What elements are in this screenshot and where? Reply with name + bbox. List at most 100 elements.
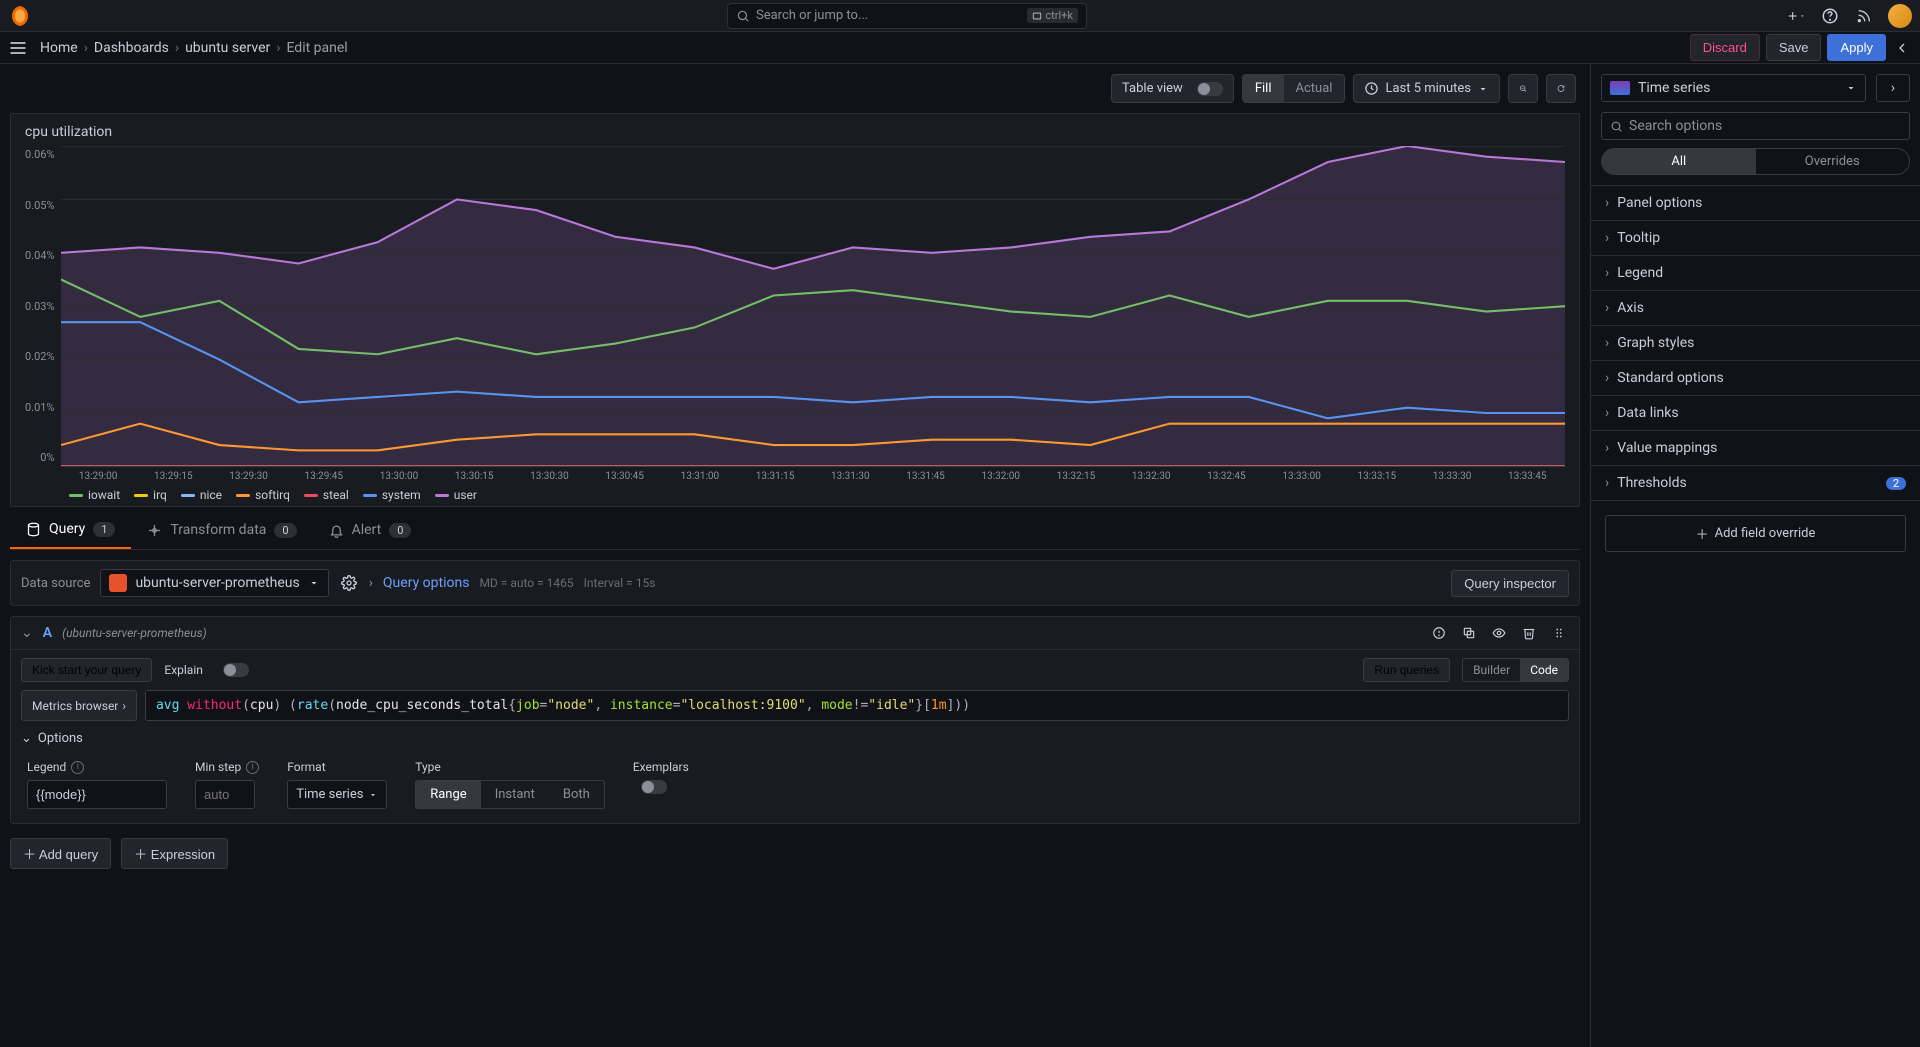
query-inspector-button[interactable]: Query inspector [1451, 570, 1569, 597]
query-options-link[interactable]: Query options [383, 575, 470, 591]
option-section[interactable]: ›Tooltip [1591, 221, 1920, 256]
discard-button[interactable]: Discard [1690, 34, 1760, 61]
crumb-home[interactable]: Home [40, 40, 78, 56]
type-segmented[interactable]: Range Instant Both [415, 780, 605, 809]
zoom-out-icon[interactable] [1508, 74, 1538, 103]
chevron-down-icon [368, 790, 378, 800]
add-query-button[interactable]: ＋ Add query [10, 838, 111, 869]
builder-code-toggle[interactable]: Builder Code [1462, 658, 1569, 682]
query-A: ⌄ A (ubuntu-server-prometheus) Kick star… [10, 616, 1580, 824]
actual-seg[interactable]: Actual [1284, 75, 1345, 102]
datasource-select[interactable]: ubuntu-server-prometheus [100, 569, 328, 597]
crumb-dashboard[interactable]: ubuntu server [185, 40, 270, 56]
option-section[interactable]: ›Axis [1591, 291, 1920, 326]
timerange-picker[interactable]: Last 5 minutes [1353, 74, 1500, 103]
option-section[interactable]: ›Value mappings [1591, 431, 1920, 466]
toggle-query-icon[interactable] [1489, 623, 1509, 643]
duplicate-query-icon[interactable] [1459, 623, 1479, 643]
collapse-query-icon[interactable]: ⌄ [21, 625, 33, 641]
search-icon [736, 9, 750, 23]
news-icon[interactable] [1854, 6, 1874, 26]
global-search[interactable]: Search or jump to... ctrl+k [727, 3, 1087, 29]
add-field-override-button[interactable]: ＋ Add field override [1605, 515, 1906, 552]
editor-tabs: Query 1 Transform data 0 Alert 0 [10, 511, 1580, 550]
plus-icon: ＋ [1696, 524, 1709, 543]
option-section[interactable]: ›Standard options [1591, 361, 1920, 396]
legend-item[interactable]: iowait [69, 488, 120, 502]
legend-item[interactable]: user [435, 488, 477, 502]
option-section[interactable]: ›Data links [1591, 396, 1920, 431]
option-section[interactable]: ›Thresholds2 [1591, 466, 1920, 501]
y-axis: 0.06%0.05%0.04%0.03%0.02%0.01%0% [25, 146, 61, 482]
breadcrumb: Home› Dashboards› ubuntu server› Edit pa… [40, 40, 348, 56]
grafana-logo[interactable] [8, 4, 32, 28]
viz-next-icon[interactable]: › [1876, 74, 1910, 102]
viz-thumb-icon [1610, 81, 1630, 95]
fill-seg[interactable]: Fill [1243, 75, 1284, 102]
legend-item[interactable]: softirq [236, 488, 290, 502]
add-expression-button[interactable]: ＋ Expression [121, 838, 228, 869]
chevron-down-icon [1845, 82, 1857, 94]
chevron-right-icon[interactable]: › [369, 575, 373, 591]
collapse-right-icon[interactable] [1892, 38, 1912, 58]
delete-query-icon[interactable] [1519, 623, 1539, 643]
search-kbd: ctrl+k [1027, 8, 1078, 23]
refresh-icon[interactable] [1546, 74, 1576, 103]
explain-switch[interactable] [223, 663, 249, 677]
add-menu[interactable] [1786, 6, 1806, 26]
exemplars-switch[interactable] [641, 780, 667, 794]
chart-plot[interactable] [61, 146, 1565, 467]
search-placeholder: Search or jump to... [756, 8, 868, 23]
query-id[interactable]: A [43, 625, 52, 641]
prometheus-icon [109, 574, 127, 592]
bell-icon [329, 523, 344, 538]
format-select[interactable]: Time series [287, 780, 387, 809]
tab-alert[interactable]: Alert 0 [313, 511, 428, 549]
query-help-icon[interactable] [1429, 623, 1449, 643]
datasource-row: Data source ubuntu-server-prometheus › Q… [10, 560, 1580, 606]
help-icon[interactable] [1820, 6, 1840, 26]
legend-item[interactable]: irq [134, 488, 167, 502]
save-button[interactable]: Save [1766, 34, 1822, 61]
clock-icon [1364, 81, 1379, 96]
all-overrides-toggle[interactable]: All Overrides [1601, 148, 1910, 175]
drag-query-icon[interactable] [1549, 623, 1569, 643]
legend-item[interactable]: system [363, 488, 421, 502]
legend-item[interactable]: steal [304, 488, 349, 502]
legend-item[interactable]: nice [181, 488, 222, 502]
panel-title: cpu utilization [25, 124, 1565, 140]
visualization-select[interactable]: Time series [1601, 74, 1866, 102]
option-section[interactable]: ›Graph styles [1591, 326, 1920, 361]
minstep-input[interactable] [195, 780, 255, 809]
plus-icon: ＋ [134, 847, 151, 862]
chevron-down-icon [308, 577, 320, 589]
apply-button[interactable]: Apply [1827, 34, 1886, 61]
tab-query[interactable]: Query 1 [10, 511, 131, 549]
fill-actual-toggle[interactable]: Fill Actual [1242, 74, 1346, 103]
search-icon [1610, 120, 1623, 133]
tab-transform[interactable]: Transform data 0 [131, 511, 312, 549]
metrics-browser-button[interactable]: Metrics browser› [21, 690, 137, 721]
user-avatar[interactable] [1888, 4, 1912, 28]
info-icon[interactable]: i [246, 761, 259, 774]
run-queries-button[interactable]: Run queries [1363, 658, 1450, 682]
x-axis: 13:29:0013:29:1513:29:3013:29:4513:30:00… [61, 467, 1565, 482]
table-view-switch[interactable] [1197, 82, 1223, 96]
option-section[interactable]: ›Panel options [1591, 186, 1920, 221]
legend-input[interactable] [27, 780, 167, 809]
table-view-toggle[interactable]: Table view [1111, 74, 1234, 103]
chart-panel: cpu utilization 0.06%0.05%0.04%0.03%0.02… [10, 113, 1580, 507]
crumb-current: Edit panel [286, 40, 347, 56]
chevron-down-icon [1477, 83, 1489, 95]
options-accordion: ›Panel options›Tooltip›Legend›Axis›Graph… [1591, 185, 1920, 501]
datasource-settings-icon[interactable] [339, 573, 359, 593]
query-expression[interactable]: avg without(cpu) (rate(node_cpu_seconds_… [145, 690, 1569, 721]
plus-icon: ＋ [23, 847, 39, 862]
menu-toggle[interactable] [8, 38, 28, 58]
options-search[interactable]: Search options [1601, 112, 1910, 140]
crumb-dashboards[interactable]: Dashboards [94, 40, 169, 56]
option-section[interactable]: ›Legend [1591, 256, 1920, 291]
kick-start-button[interactable]: Kick start your query [21, 658, 152, 682]
options-toggle[interactable]: ⌄Options [11, 731, 1579, 754]
info-icon[interactable]: i [71, 761, 84, 774]
